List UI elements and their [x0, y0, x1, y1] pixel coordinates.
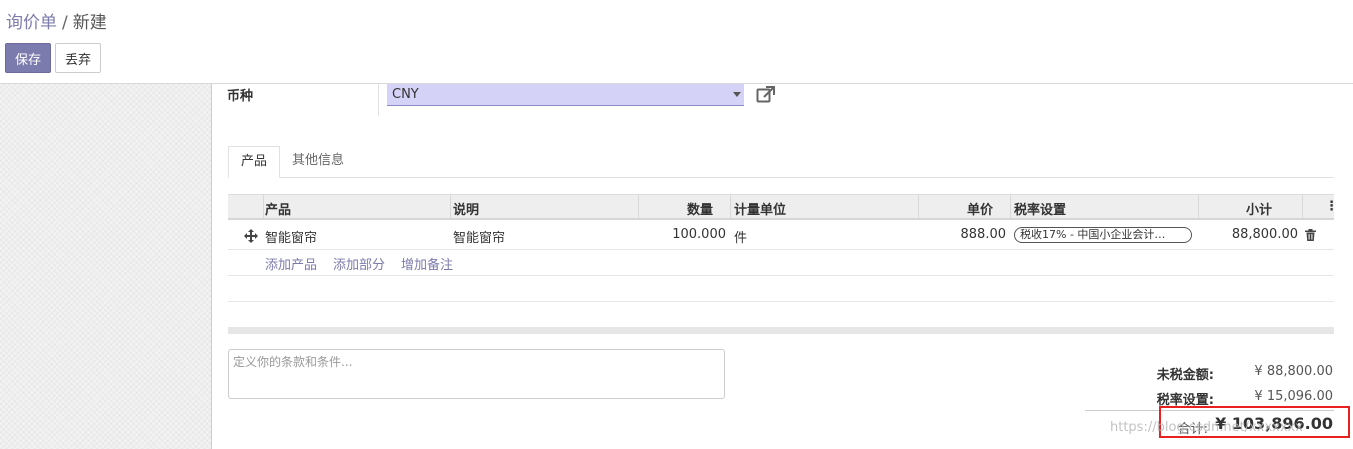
empty-row [228, 276, 1334, 302]
row-quantity[interactable]: 100.000 [672, 227, 726, 242]
drag-handle-icon[interactable] [244, 229, 258, 243]
col-quantity[interactable]: 数量 [687, 199, 713, 218]
add-product-link[interactable]: 添加产品 [265, 254, 317, 273]
terms-conditions-input[interactable]: 定义你的条款和条件... [228, 349, 725, 399]
row-product[interactable]: 智能窗帘 [265, 227, 317, 246]
taxes-value: ¥ 15,096.00 [1254, 389, 1333, 404]
trash-icon[interactable] [1305, 229, 1316, 241]
col-unit-price[interactable]: 单价 [967, 199, 993, 218]
breadcrumb-parent[interactable]: 询价单 [6, 13, 57, 33]
watermark: https://blog.csdn.net/xxxxxxx [1110, 420, 1303, 435]
col-uom[interactable]: 计量单位 [734, 199, 786, 218]
tab-products[interactable]: 产品 [228, 146, 281, 178]
column-divider [1302, 195, 1303, 219]
discard-button[interactable]: 丢弃 [55, 43, 101, 73]
add-line-row: 添加产品 添加部分 增加备注 [228, 250, 1334, 276]
table-header: 产品 说明 数量 计量单位 单价 税率设置 小计 ⋮ [228, 194, 1338, 220]
save-button[interactable]: 保存 [5, 43, 51, 73]
column-divider [1198, 195, 1199, 219]
breadcrumb: 询价单 / 新建 [6, 8, 107, 33]
column-divider [1010, 195, 1011, 219]
col-taxes[interactable]: 税率设置 [1014, 199, 1066, 218]
column-divider [918, 195, 919, 219]
tab-other-info[interactable]: 其他信息 [280, 146, 356, 178]
column-divider [638, 195, 639, 219]
tabs-underline [228, 177, 1334, 178]
breadcrumb-separator: / [62, 13, 68, 33]
row-subtotal: 88,800.00 [1231, 227, 1298, 242]
table-row[interactable]: 智能窗帘 智能窗帘 100.000 件 888.00 税收17% - 中国小企业… [228, 221, 1334, 250]
currency-label: 币种 [227, 89, 254, 104]
table-footer [228, 327, 1334, 334]
untaxed-amount-label: 未税金额: [1156, 368, 1214, 383]
field-divider [378, 84, 379, 116]
background-pattern [0, 84, 211, 449]
column-divider [730, 195, 731, 219]
row-uom[interactable]: 件 [734, 227, 747, 246]
row-description[interactable]: 智能窗帘 [453, 227, 505, 246]
breadcrumb-current: 新建 [72, 13, 107, 33]
add-section-link[interactable]: 添加部分 [333, 254, 385, 273]
add-note-link[interactable]: 增加备注 [401, 254, 453, 273]
currency-select[interactable]: CNY [387, 84, 744, 106]
untaxed-amount-value: ¥ 88,800.00 [1254, 364, 1333, 379]
column-options-icon[interactable]: ⋮ [1325, 199, 1338, 214]
external-link-icon[interactable] [756, 85, 776, 103]
row-unit-price[interactable]: 888.00 [961, 227, 1007, 242]
col-product[interactable]: 产品 [265, 199, 291, 218]
column-divider [263, 195, 264, 219]
column-divider [450, 195, 451, 219]
chevron-down-icon[interactable] [733, 92, 741, 97]
col-description[interactable]: 说明 [453, 199, 479, 218]
col-subtotal[interactable]: 小计 [1246, 199, 1272, 218]
tax-tag[interactable]: 税收17% - 中国小企业会计… [1014, 227, 1192, 243]
control-panel: 询价单 / 新建 保存 丢弃 [0, 0, 1353, 84]
